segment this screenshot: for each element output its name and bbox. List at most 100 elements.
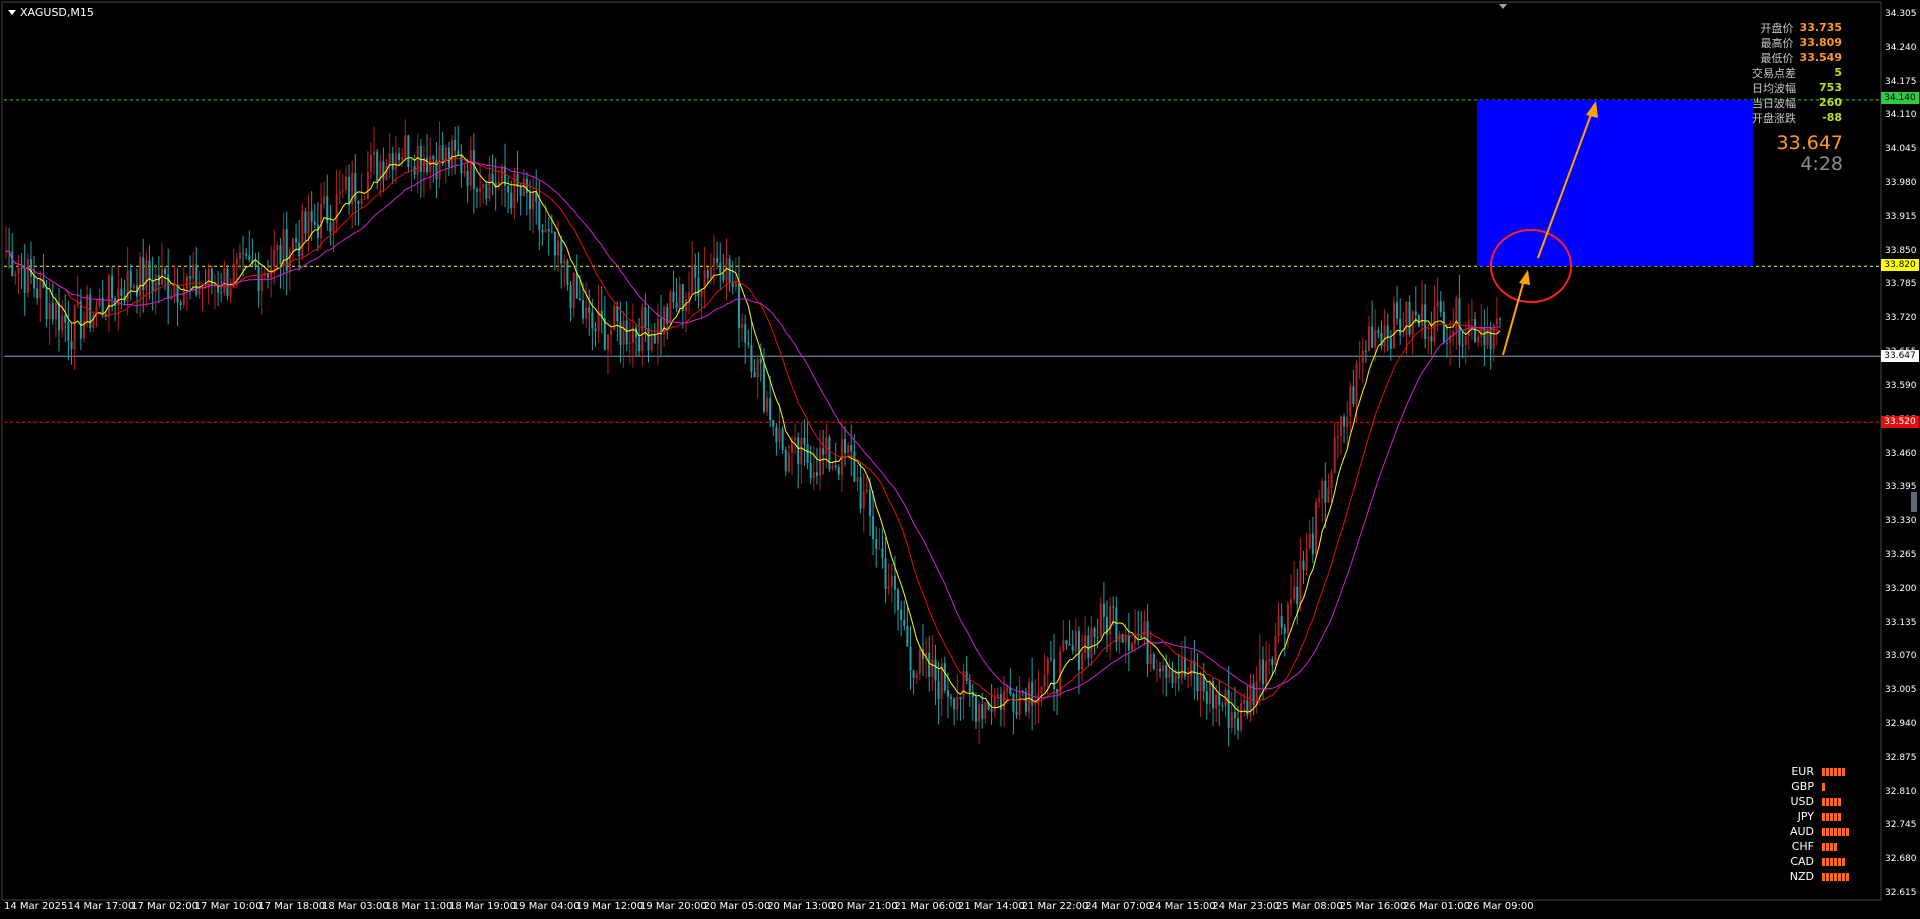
candle-body (1143, 621, 1146, 639)
strength-bar-segment (1822, 857, 1825, 866)
candle-body (210, 268, 213, 286)
strength-bar-segment (1834, 812, 1837, 821)
candle-body (70, 340, 73, 350)
candle-body (1196, 674, 1199, 692)
candle-body (1065, 640, 1068, 645)
candle-body (766, 397, 769, 412)
price-scale-handle[interactable] (1911, 492, 1917, 512)
strength-bar-segment (1826, 872, 1829, 881)
candle-body (1383, 325, 1386, 347)
candle-body (878, 548, 881, 550)
candle-body (547, 229, 550, 232)
candle-body (1177, 671, 1180, 679)
candle-body (1265, 661, 1268, 685)
candle-body (800, 437, 803, 465)
candle-body (975, 697, 978, 722)
candle-body (17, 268, 20, 274)
candle-body (132, 285, 135, 288)
candle-body (148, 260, 151, 281)
candle-body (320, 203, 323, 238)
candle-body (376, 151, 379, 182)
info-label: 日均波幅 (1752, 81, 1796, 95)
strength-bar-segment (1830, 872, 1833, 881)
yellow-level-tag: 33.820 (1881, 259, 1919, 271)
candle-body (441, 145, 444, 161)
candle-body (1439, 301, 1442, 312)
dropdown-triangle-icon[interactable] (8, 10, 16, 15)
info-row-day-range: 当日波幅 260 (1740, 95, 1842, 110)
ma-mid-line (5, 157, 1501, 704)
shift-marker-icon[interactable] (1499, 4, 1507, 9)
strength-bar-segment (1834, 857, 1837, 866)
candle-body (1305, 547, 1308, 570)
candle-body (784, 449, 787, 472)
candle-body (1414, 311, 1417, 316)
candle-body (92, 314, 95, 328)
candle-body (1368, 326, 1371, 352)
candle-body (1308, 533, 1311, 548)
candle-body (1084, 635, 1087, 654)
currency-row: JPY (1772, 809, 1849, 824)
candle-body (1333, 437, 1336, 473)
candle-body (1286, 604, 1289, 634)
time-tick-label: 19 Mar 04:00 (512, 901, 580, 912)
currency-name: AUD (1789, 825, 1814, 838)
candle-body (756, 358, 759, 378)
candle-body (1121, 634, 1124, 643)
time-tick-label: 25 Mar 08:00 (1276, 901, 1343, 912)
candle-body (23, 269, 26, 293)
candle-body (928, 652, 931, 677)
candle-body (1074, 631, 1077, 651)
candle-body (859, 477, 862, 509)
chart-window[interactable]: XAGUSD,M15 34.305 34.240 34.175 34.110 34.04… (0, 0, 1920, 919)
candle-body (837, 467, 840, 475)
candle-body (167, 274, 170, 299)
candle-body (195, 264, 198, 295)
strength-bar-segment (1822, 842, 1825, 851)
candle-body (1149, 653, 1152, 664)
candle-body (242, 252, 245, 254)
candle-body (447, 147, 450, 167)
strength-bar-segment (1838, 812, 1841, 821)
info-value: -88 (1822, 111, 1842, 124)
candle-body (1352, 386, 1355, 405)
candle-body (769, 397, 772, 420)
time-tick-label: 17 Mar 10:00 (194, 901, 262, 912)
candle-body (1003, 691, 1006, 710)
candle-body (1240, 703, 1243, 730)
candle-body (282, 229, 285, 265)
arrow-short-head-icon (1519, 270, 1530, 285)
candle-body (1389, 338, 1392, 349)
candle-body (1140, 635, 1143, 639)
candle-body (828, 436, 831, 470)
strength-bar-segment (1826, 827, 1829, 836)
candle-body (107, 275, 110, 317)
candle-body (516, 173, 519, 187)
currency-name: JPY (1797, 810, 1814, 823)
candle-body (1296, 586, 1299, 605)
candle-body (1227, 689, 1230, 728)
strength-bar-segment (1842, 767, 1845, 776)
candle-body (276, 244, 279, 251)
candle-body (825, 436, 828, 455)
candle-body (1349, 386, 1352, 417)
candle-body (341, 189, 344, 192)
info-value: 33.735 (1799, 21, 1842, 34)
candle-body (557, 240, 560, 256)
candle-body (575, 272, 578, 299)
candle-body (566, 260, 569, 286)
candle-body (1274, 636, 1277, 665)
candle-body (1152, 653, 1155, 670)
candle-body (1361, 350, 1364, 363)
candle-body (510, 192, 513, 209)
candle-body (1099, 603, 1102, 638)
candle-body (1102, 603, 1105, 617)
candle-body (1068, 644, 1071, 646)
candle-body (1034, 704, 1037, 706)
time-tick-label: 24 Mar 15:00 (1148, 901, 1216, 912)
candle-body (1018, 691, 1021, 715)
price-chart[interactable] (0, 0, 1920, 919)
candle-body (875, 539, 878, 549)
candle-body (335, 193, 338, 223)
time-tick-label: 14 Mar 2025 (4, 901, 68, 912)
